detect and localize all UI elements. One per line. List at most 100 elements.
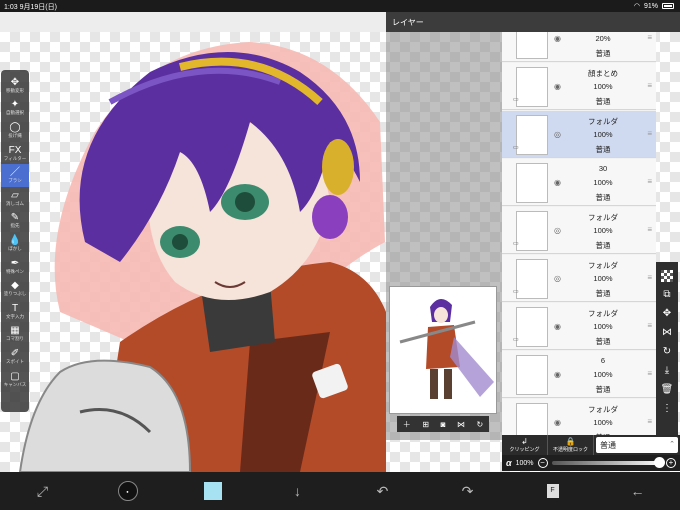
tool-filter[interactable]: FX フィルター [1, 142, 29, 165]
add-icon[interactable]: ＋ [403, 419, 411, 430]
layer-row[interactable]: ▭ ◎ フォルダ 100% 普通 ≡ [502, 255, 656, 302]
layer-blend: 普通 [595, 97, 611, 106]
layer-blend: 普通 [595, 49, 611, 58]
status-bar: 1:03 9月19日(日) ◠ 91% [0, 0, 680, 12]
flip-horizontal-icon[interactable]: ⋈ [662, 323, 672, 342]
trash-icon[interactable]: 🗑 [661, 380, 674, 399]
layer-opacity: 100% [593, 274, 613, 283]
status-right: ◠ 91% [634, 2, 674, 10]
wifi-icon: ◠ [633, 3, 640, 10]
status-time: 1:03 9月19日(日) [4, 4, 57, 11]
drag-handle-icon[interactable]: ≡ [647, 273, 652, 282]
add-layer-icon[interactable]: ⊞ [422, 420, 429, 429]
download-button[interactable]: ↓ [278, 476, 318, 506]
drag-handle-icon[interactable]: ≡ [647, 369, 652, 378]
move-icon[interactable]: ✥ [663, 304, 671, 323]
opacity-slider[interactable] [551, 457, 665, 468]
layer-options-bar: ↲ クリッピング 🔒 不透明度ロック 普通 ⌃ [502, 435, 680, 455]
drag-handle-icon[interactable]: ≡ [647, 321, 652, 330]
back-button[interactable]: ← [618, 476, 658, 506]
slider-knob[interactable] [654, 457, 665, 468]
tool-lasso[interactable]: ◯ 投げ縄 [1, 119, 29, 142]
folder-icon: ▭ [513, 145, 519, 151]
tool-fill[interactable]: ◆ 塗りつぶし [1, 277, 29, 300]
eye-icon[interactable]: ◉ [554, 418, 561, 427]
brush-size-button[interactable]: ● [108, 476, 148, 506]
eye-icon[interactable]: ◉ [554, 322, 561, 331]
redo-button[interactable]: ↷ [448, 476, 488, 506]
camera-icon[interactable]: ◙ [441, 420, 446, 429]
merge-down-icon[interactable]: ⤓ [665, 361, 669, 380]
tool-brush[interactable]: ／ブラシ [1, 164, 29, 187]
rotate-icon[interactable]: ↻ [663, 342, 671, 361]
eye-icon[interactable]: ◉ [554, 82, 561, 91]
layer-row[interactable]: ◉ 20% 普通 ≡ [502, 32, 656, 62]
tool-frame-divider[interactable]: ▦ コマ割り [1, 323, 29, 346]
color-button[interactable] [193, 476, 233, 506]
eye-icon[interactable]: ◉ [554, 34, 561, 43]
minus-icon[interactable]: − [537, 458, 548, 468]
layer-row[interactable]: ▭ ◎ フォルダ 100% 普通 ≡ [502, 207, 656, 254]
layer-row[interactable]: ◉ フォルダ 100% 普通 ≡ [502, 399, 656, 435]
rotate-icon[interactable]: ↻ [477, 420, 484, 429]
more-icon[interactable]: ⋮ [662, 399, 672, 418]
brush-size-icon: ● [117, 481, 138, 501]
drag-handle-icon[interactable]: ≡ [647, 33, 652, 42]
plus-icon[interactable]: + [666, 458, 676, 468]
tool-canvas[interactable]: ▢ キャンバス [1, 368, 29, 391]
tool-text[interactable]: T 文字入力 [1, 300, 29, 323]
layer-button[interactable]: F [533, 476, 573, 506]
brush-icon: ／ [10, 167, 20, 179]
tool-label: フィルター [3, 155, 27, 161]
opacity-lock-button[interactable]: 🔒 不透明度ロック [548, 435, 594, 455]
tool-smudge[interactable]: ✎ 指先 [1, 210, 29, 233]
lock-label: 不透明度ロック [552, 446, 588, 453]
clipping-button[interactable]: ↲ クリッピング [502, 435, 548, 455]
layer-row[interactable]: ▭ ◉ フォルダ 100% 普通 ≡ [502, 303, 656, 350]
canvas-preview[interactable] [389, 286, 497, 414]
eye-icon[interactable]: ◎ [554, 130, 561, 139]
eye-icon[interactable]: ◎ [554, 226, 561, 235]
eye-icon[interactable]: ◉ [554, 178, 561, 187]
transform-button[interactable]: ⤢ [23, 476, 63, 506]
eraser-icon: ▱ [11, 189, 19, 201]
layer-name: フォルダ [588, 405, 618, 414]
drag-handle-icon[interactable]: ≡ [647, 225, 652, 234]
undo-button[interactable]: ↶ [363, 476, 403, 506]
layer-thumbnail [516, 355, 548, 395]
flip-icon[interactable]: ⋈ [457, 420, 465, 429]
tool-eraser[interactable]: ▱ 消しゴム [1, 187, 29, 210]
drag-handle-icon[interactable]: ≡ [647, 81, 652, 90]
merge-layer-icon[interactable]: ⧉ [663, 285, 670, 304]
layer-blend: 普通 [595, 241, 611, 250]
folder-icon: ▭ [513, 241, 519, 247]
layer-blend: 普通 [595, 337, 611, 346]
tool-label: キャンバス [3, 381, 27, 387]
frame-divider-icon: ▦ [10, 325, 20, 337]
layer-opacity: 100% [593, 226, 613, 235]
layer-thumbnail [516, 307, 548, 347]
drag-handle-icon[interactable]: ≡ [647, 129, 652, 138]
layer-row[interactable]: ◉ 30 100% 普通 ≡ [502, 159, 656, 206]
drag-handle-icon[interactable]: ≡ [647, 177, 652, 186]
layer-row[interactable]: ◉ 6 100% 普通 ≡ [502, 351, 656, 398]
layer-name: 顔まとめ [588, 69, 618, 78]
layer-thumbnail [516, 32, 548, 59]
tool-blur[interactable]: 💧 ぼかし [1, 232, 29, 255]
tool-special-pen[interactable]: ✒ 特殊ペン [1, 255, 29, 278]
filter-icon: FX [8, 144, 22, 156]
blend-mode-select[interactable]: 普通 ⌃ [596, 437, 678, 453]
layer-blend: 普通 [595, 385, 611, 394]
undo-icon: ↶ [376, 482, 389, 499]
eye-icon[interactable]: ◎ [554, 274, 561, 283]
tool-auto-select[interactable]: ✦ 自動選択 [1, 97, 29, 120]
tool-move[interactable]: ✥ 移動変形 [1, 74, 29, 97]
layer-row-selected[interactable]: ▭ ◎ フォルダ 100% 普通 ≡ [502, 111, 656, 158]
tool-label: ブラシ [8, 178, 22, 184]
drag-handle-icon[interactable]: ≡ [647, 417, 652, 426]
transparency-icon[interactable] [661, 270, 673, 282]
layer-list: ◉ 20% 普通 ≡ ▭ ◉ 顔まとめ 100% 普通 ≡ ▭ ◎ フォルダ 1… [502, 32, 656, 435]
tool-eyedropper[interactable]: ✐ スポイト [1, 345, 29, 368]
layer-row[interactable]: ▭ ◉ 顔まとめ 100% 普通 ≡ [502, 63, 656, 110]
eye-icon[interactable]: ◉ [554, 370, 561, 379]
